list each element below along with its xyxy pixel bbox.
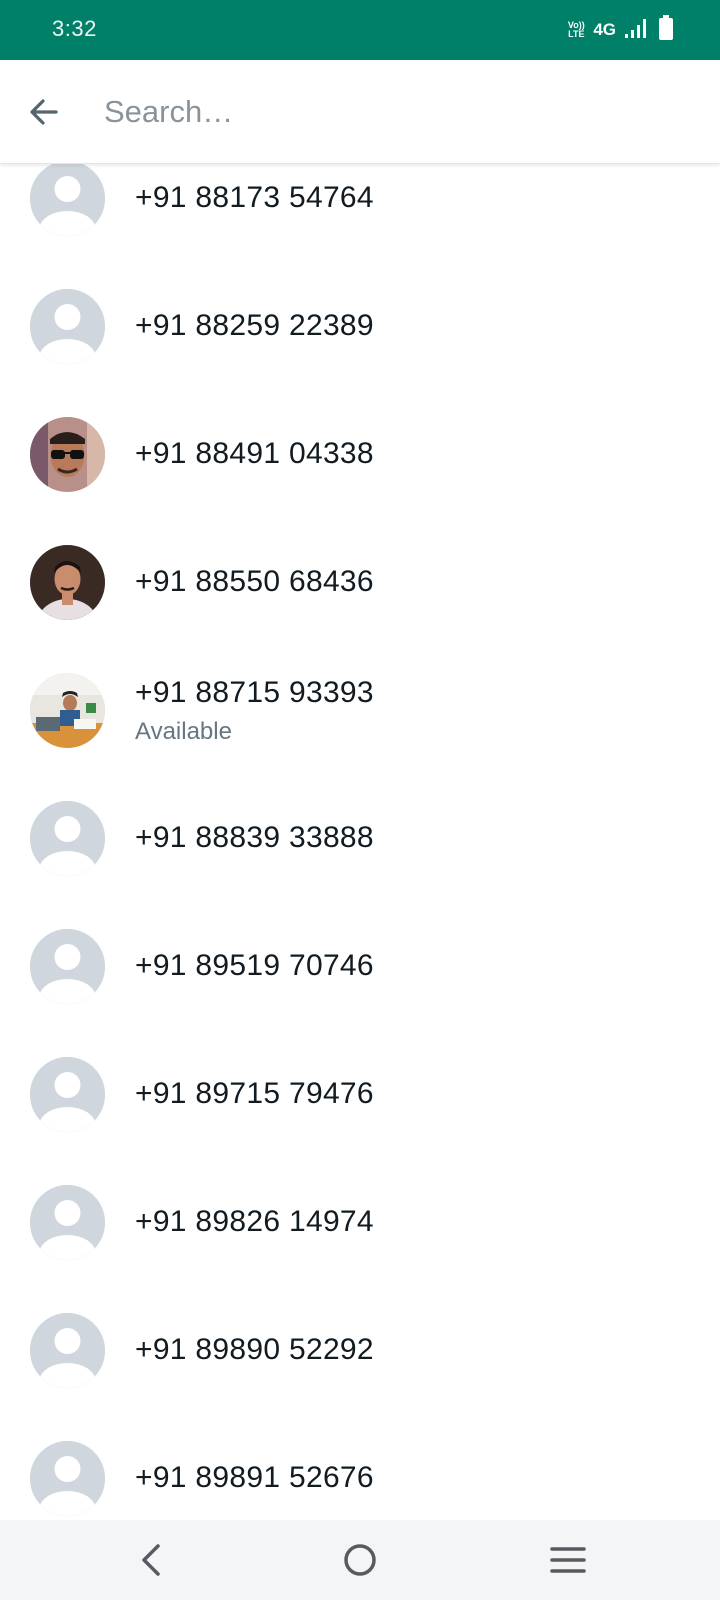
contact-phone: +91 88839 33888	[135, 821, 374, 854]
search-input[interactable]	[104, 88, 684, 136]
contact-photo[interactable]	[30, 545, 105, 620]
system-nav-bar	[0, 1520, 720, 1600]
contact-row[interactable]: +91 88550 68436	[0, 545, 720, 673]
contact-row[interactable]: +91 88839 33888	[0, 801, 720, 929]
nav-back-icon[interactable]	[130, 1538, 174, 1582]
default-avatar-icon[interactable]	[30, 1441, 105, 1516]
status-bar: 3:32 Vo)) LTE 4G	[0, 0, 720, 60]
default-avatar-icon[interactable]	[30, 1057, 105, 1132]
contact-phone: +91 88550 68436	[135, 565, 374, 598]
contact-row[interactable]: +91 89890 52292	[0, 1313, 720, 1441]
arrow-left-icon[interactable]	[26, 94, 62, 130]
contact-list: +91 88173 54764 +91 88259 22389 +91 88491 …	[0, 164, 720, 1520]
default-avatar-icon[interactable]	[30, 929, 105, 1004]
contact-row[interactable]: +91 88491 04338	[0, 417, 720, 545]
contact-status: Available	[135, 718, 232, 745]
contact-row[interactable]: +91 88173 54764	[0, 164, 720, 289]
contact-phone: +91 88715 93393	[135, 676, 374, 709]
contact-row[interactable]: +91 89519 70746	[0, 929, 720, 1057]
default-avatar-icon[interactable]	[30, 289, 105, 364]
contact-row[interactable]: +91 89715 79476	[0, 1057, 720, 1185]
contact-phone: +91 89519 70746	[135, 949, 374, 982]
status-icons: Vo)) LTE 4G	[567, 14, 674, 46]
contact-photo[interactable]	[30, 417, 105, 492]
signal-icon	[624, 17, 650, 44]
contact-phone: +91 88259 22389	[135, 309, 374, 342]
contact-row[interactable]: +91 88259 22389	[0, 289, 720, 417]
contact-row[interactable]: +91 89826 14974	[0, 1185, 720, 1313]
menu-icon[interactable]	[546, 1538, 590, 1582]
volte-icon: Vo)) LTE	[567, 20, 585, 39]
default-avatar-icon[interactable]	[30, 1313, 105, 1388]
contact-phone: +91 88173 54764	[135, 181, 374, 214]
default-avatar-icon[interactable]	[30, 1185, 105, 1260]
contact-phone: +91 89891 52676	[135, 1461, 374, 1494]
contact-row[interactable]: +91 89891 52676	[0, 1441, 720, 1520]
contact-phone: +91 89890 52292	[135, 1333, 374, 1366]
home-icon[interactable]	[338, 1538, 382, 1582]
battery-icon	[658, 14, 674, 46]
contact-photo[interactable]	[30, 673, 105, 748]
default-avatar-icon[interactable]	[30, 801, 105, 876]
default-avatar-icon[interactable]	[30, 164, 105, 236]
contact-phone: +91 89826 14974	[135, 1205, 374, 1238]
network-type: 4G	[593, 20, 616, 39]
contact-phone: +91 89715 79476	[135, 1077, 374, 1110]
contact-phone: +91 88491 04338	[135, 437, 374, 470]
contact-row[interactable]: +91 88715 93393 Available	[0, 673, 720, 801]
search-bar	[0, 60, 720, 164]
status-time: 3:32	[52, 16, 97, 41]
